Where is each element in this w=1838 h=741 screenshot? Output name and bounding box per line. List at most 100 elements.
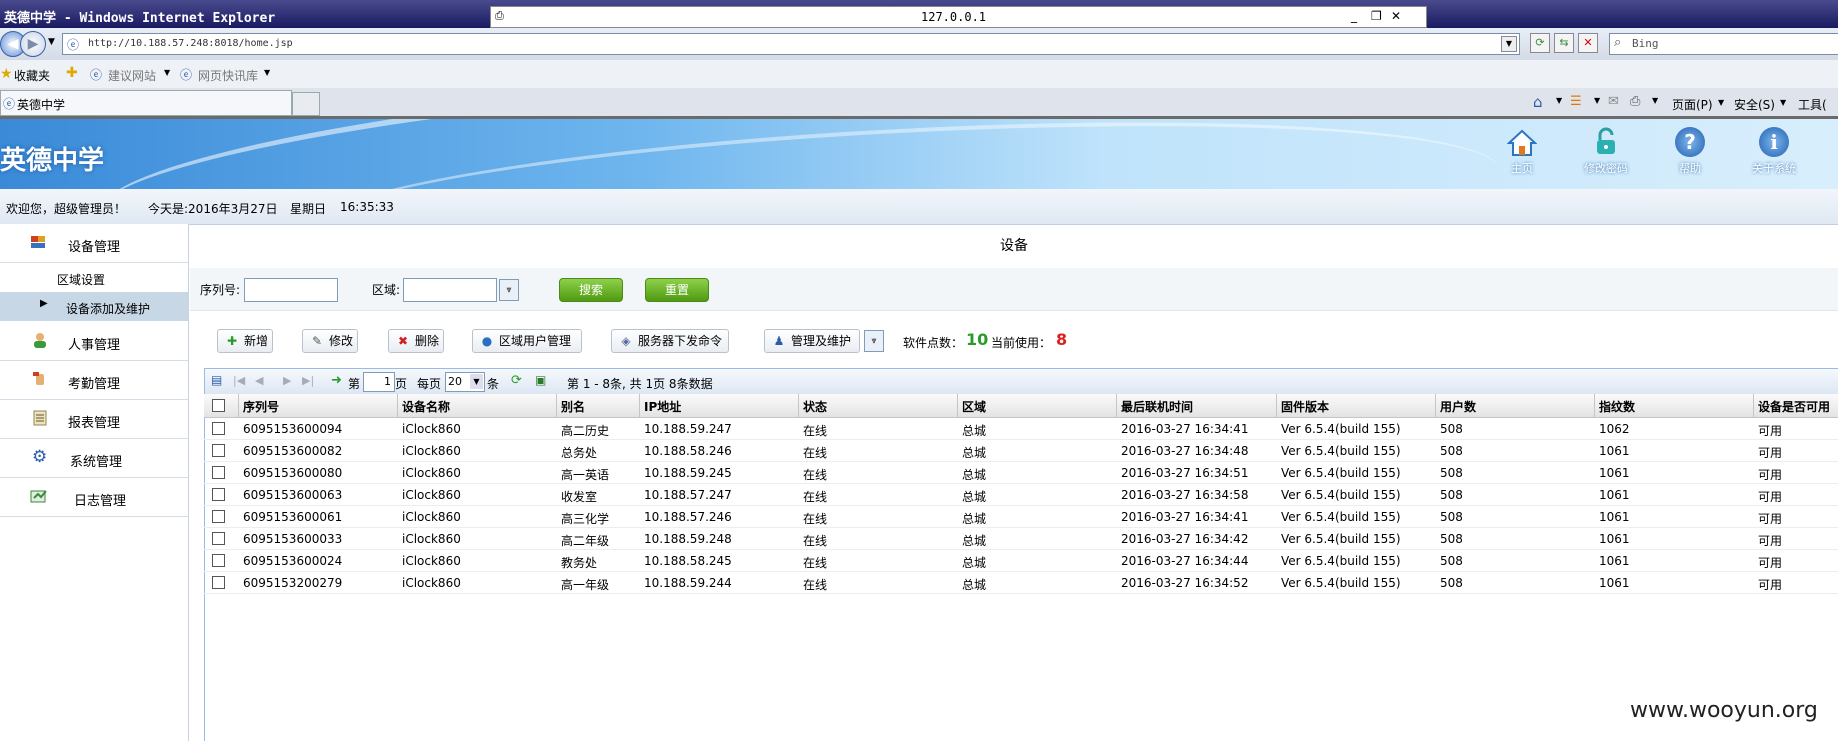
col-header-device-name[interactable]: 设备名称 [402, 398, 450, 415]
row-checkbox[interactable] [212, 510, 225, 523]
sidebar-item-label: 系统管理 [70, 455, 123, 470]
row-checkbox[interactable] [212, 554, 225, 567]
sidebar-subitem-area[interactable]: 区域设置 [0, 263, 188, 293]
sidebar-item-system[interactable]: ⚙ 系统管理 [0, 439, 188, 478]
table-row[interactable]: 6095153600080 iClock860 高一英语 10.188.59.245 在… [204, 462, 1838, 484]
chevron-down-icon[interactable]: ▼ [1594, 96, 1600, 105]
sidebar-subitem-device-add[interactable]: ▶ 设备添加及维护 [0, 292, 188, 321]
cell-serial: 6095153200279 [243, 576, 343, 590]
compat-icon[interactable]: ⟳ [1530, 33, 1550, 53]
new-tab-button[interactable] [292, 92, 320, 116]
last-page-icon[interactable]: ▶| [302, 374, 314, 387]
cell-serial: 6095153600024 [243, 554, 343, 568]
restore-icon[interactable]: ❐ [1371, 9, 1382, 23]
area-input[interactable] [403, 278, 497, 302]
history-dropdown-icon[interactable]: ▼ [48, 37, 55, 47]
nav-home-label[interactable]: 主页 [1477, 160, 1567, 176]
url-dropdown-icon[interactable]: ▼ [1501, 36, 1517, 52]
export-icon[interactable]: ▣ [535, 373, 546, 387]
add-button[interactable]: ✚ 新增 [217, 329, 273, 353]
table-row[interactable]: 6095153600024 iClock860 教务处 10.188.58.245 在线… [204, 550, 1838, 572]
col-header-status[interactable]: 状态 [803, 398, 827, 415]
minimize-icon[interactable]: _ [1351, 9, 1357, 23]
nav-about-label[interactable]: 关于系统 [1729, 160, 1819, 176]
prev-page-icon[interactable]: ◀ [255, 374, 263, 387]
tab-active[interactable]: ⓔ 英德中学 [0, 90, 292, 116]
table-row[interactable]: 6095153600061 iClock860 高三化学 10.188.57.246 在… [204, 506, 1838, 528]
col-header-firmware[interactable]: 固件版本 [1281, 398, 1329, 415]
print-icon[interactable]: ⎙ [1630, 94, 1640, 109]
reset-button[interactable]: 重置 [645, 278, 709, 302]
sidebar-item-report[interactable]: 报表管理 [0, 400, 188, 439]
table-row[interactable]: 6095153200279 iClock860 高一年级 10.188.59.244 在… [204, 572, 1838, 594]
col-header-available[interactable]: 设备是否可用 [1758, 398, 1830, 415]
row-checkbox[interactable] [212, 422, 225, 435]
per-page-select[interactable]: 20 ▼ [445, 372, 485, 392]
manage-button[interactable]: ♟ 管理及维护 [764, 329, 860, 353]
info-icon[interactable]: i [1759, 127, 1789, 157]
col-header-alias[interactable]: 别名 [561, 398, 585, 415]
close-icon[interactable]: ✕ [1391, 9, 1401, 23]
fav-item-suggested[interactable]: 建议网站 [108, 67, 156, 84]
chevron-down-icon[interactable]: ▼ [1718, 98, 1724, 107]
server-command-button[interactable]: ◈ 服务器下发命令 [611, 329, 729, 353]
col-header-user-count[interactable]: 用户数 [1440, 398, 1476, 415]
go-icon[interactable]: ➜ [331, 373, 342, 388]
row-checkbox[interactable] [212, 532, 225, 545]
search-input[interactable]: ⌕ Bing [1609, 33, 1838, 55]
home-nav-icon[interactable] [1506, 128, 1538, 158]
col-header-fingerprint-count[interactable]: 指纹数 [1599, 398, 1635, 415]
table-row[interactable]: 6095153600082 iClock860 总务处 10.188.58.246 在线… [204, 440, 1838, 462]
stop-icon[interactable]: ✕ [1578, 33, 1598, 53]
refresh-icon[interactable]: ⇆ [1554, 33, 1574, 53]
row-checkbox[interactable] [212, 488, 225, 501]
forward-button[interactable]: ▶ [20, 31, 46, 57]
row-checkbox[interactable] [212, 576, 225, 589]
chevron-down-icon[interactable]: ▼ [1556, 96, 1562, 105]
home-icon[interactable]: ⌂ [1533, 93, 1543, 111]
sidebar-item-hr[interactable]: 人事管理 [0, 322, 188, 361]
manage-dropdown-icon[interactable]: ⩔ [864, 330, 884, 352]
grid-menu-icon[interactable]: ▤ [211, 373, 222, 387]
serial-input[interactable] [244, 278, 338, 302]
favorites-label[interactable]: 收藏夹 [14, 67, 50, 84]
row-checkbox[interactable] [212, 444, 225, 457]
table-row[interactable]: 6095153600094 iClock860 高二历史 10.188.59.247 在… [204, 418, 1838, 440]
first-page-icon[interactable]: |◀ [233, 374, 245, 387]
sidebar-item-log[interactable]: 日志管理 [0, 478, 188, 517]
edit-button[interactable]: ✎ 修改 [302, 329, 358, 353]
mail-icon[interactable]: ✉ [1608, 94, 1619, 109]
next-page-icon[interactable]: ▶ [283, 374, 291, 387]
row-checkbox[interactable] [212, 466, 225, 479]
url-input[interactable]: ⓔ http://10.188.57.248:8018/home.jsp ▼ [62, 33, 1520, 55]
table-row[interactable]: 6095153600033 iClock860 高二年级 10.188.59.248 在… [204, 528, 1838, 550]
refresh-icon[interactable]: ⟳ [511, 373, 522, 388]
chevron-down-icon[interactable]: ▼ [1652, 96, 1658, 105]
lock-icon[interactable] [1591, 126, 1621, 156]
sidebar-item-attendance[interactable]: 考勤管理 [0, 361, 188, 400]
chevron-down-icon[interactable]: ▼ [1780, 98, 1786, 107]
col-header-area[interactable]: 区域 [962, 398, 986, 415]
search-button[interactable]: 搜索 [559, 278, 623, 302]
safety-menu[interactable]: 安全(S) [1734, 96, 1775, 113]
report-icon [32, 410, 48, 426]
add-favorite-icon[interactable]: ✚ [66, 65, 78, 81]
nav-change-password-label[interactable]: 修改密码 [1561, 160, 1651, 176]
log-icon [30, 488, 47, 504]
area-user-button[interactable]: ● 区域用户管理 [472, 329, 582, 353]
col-header-serial[interactable]: 序列号 [243, 398, 279, 415]
table-row[interactable]: 6095153600063 iClock860 收发室 10.188.57.247 在线… [204, 484, 1838, 506]
tools-menu[interactable]: 工具( [1798, 96, 1827, 113]
col-header-ip[interactable]: IP地址 [644, 398, 681, 415]
nav-help-label[interactable]: 帮助 [1645, 160, 1735, 176]
delete-button[interactable]: ✖ 删除 [388, 329, 444, 353]
rss-icon[interactable]: ☰ [1570, 94, 1582, 109]
select-all-checkbox[interactable] [212, 399, 225, 412]
area-dropdown-icon[interactable]: ⩔ [499, 279, 519, 301]
page-menu[interactable]: 页面(P) [1672, 96, 1713, 113]
fav-item-slices[interactable]: 网页快讯库 [198, 67, 258, 84]
sidebar-item-device[interactable]: 设备管理 [0, 224, 188, 263]
page-number-input[interactable]: 1 [363, 372, 395, 392]
help-icon[interactable]: ? [1675, 127, 1705, 157]
col-header-last-online[interactable]: 最后联机时间 [1121, 398, 1193, 415]
